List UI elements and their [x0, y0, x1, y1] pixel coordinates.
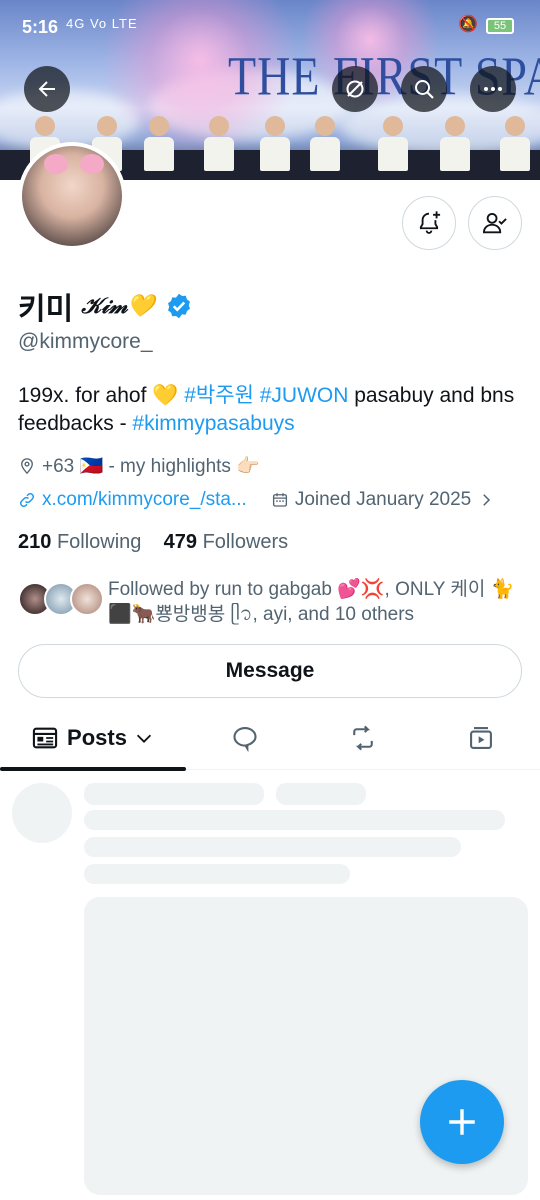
grok-button[interactable]	[332, 66, 378, 112]
skeleton-line	[84, 810, 505, 830]
skeleton-avatar	[12, 783, 72, 843]
avatar	[70, 582, 104, 616]
tab-posts-label: Posts	[67, 725, 127, 750]
following-count: 210	[18, 531, 52, 553]
hashtag-link[interactable]: #JUWON	[260, 384, 349, 407]
following-button[interactable]	[468, 196, 522, 250]
tab-posts[interactable]: Posts	[0, 706, 186, 771]
chevron-down-icon	[136, 734, 152, 743]
joined-date: Joined January 2025	[294, 489, 472, 510]
tab-media[interactable]	[422, 706, 540, 770]
repost-icon	[353, 725, 373, 751]
posts-icon	[32, 727, 58, 749]
avatar[interactable]	[18, 142, 126, 250]
hashtag-link[interactable]: #박주원	[184, 384, 254, 407]
search-button[interactable]	[401, 66, 447, 112]
profile-link-row: x.com/kimmycore_/sta... Joined January 2…	[18, 489, 501, 511]
tab-replies[interactable]	[186, 706, 304, 770]
message-button[interactable]: Message	[18, 644, 522, 698]
display-name-script: 𝒦𝒾𝓂💛	[81, 293, 155, 319]
grok-icon	[346, 80, 364, 98]
location-text: +63 🇵🇭 - my highlights 👉🏻	[42, 456, 260, 477]
followers-link[interactable]: 479 Followers	[164, 531, 289, 553]
followers-label: Followers	[202, 531, 289, 553]
battery-indicator: 55	[486, 18, 514, 34]
tab-reposts[interactable]	[304, 706, 422, 770]
profile-tabs: Posts	[0, 706, 540, 771]
profile-handle: @kimmycore_	[18, 330, 153, 353]
followed-by[interactable]: Followed by run to gabgab 💕💢, ONLY 케이 🐈⬛…	[18, 577, 528, 629]
skeleton-line	[84, 837, 461, 857]
user-check-icon	[482, 212, 507, 234]
skeleton-line	[84, 864, 350, 884]
link-icon	[19, 492, 35, 508]
mute-icon: 🔕	[458, 16, 478, 33]
plus-icon	[449, 1109, 475, 1135]
follow-counts: 210 Following 479 Followers	[18, 531, 288, 554]
more-icon	[484, 87, 502, 91]
hashtag-link[interactable]: #kimmypasabuys	[132, 412, 294, 435]
network-indicator: 4G Vo LTE	[66, 16, 138, 31]
chevron-right-icon[interactable]	[477, 491, 495, 509]
profile-name: 키미 𝒦𝒾𝓂💛	[18, 284, 193, 328]
verified-badge-icon[interactable]	[165, 292, 193, 320]
back-button[interactable]	[24, 66, 70, 112]
notifications-button[interactable]	[402, 196, 456, 250]
location-pin-icon	[21, 458, 33, 475]
skeleton-line	[84, 783, 264, 805]
active-tab-indicator	[0, 767, 186, 771]
status-time: 5:16	[22, 17, 59, 37]
arrow-left-icon	[38, 81, 55, 97]
compose-button[interactable]	[420, 1080, 504, 1164]
display-name: 키미	[18, 293, 74, 326]
followers-count: 479	[163, 531, 198, 553]
profile-location: +63 🇵🇭 - my highlights 👉🏻	[18, 454, 260, 478]
reply-icon	[233, 727, 257, 752]
more-button[interactable]	[470, 66, 516, 112]
profile-bio: 199x. for ahof 💛 #박주원 #JUWON pasabuy and…	[18, 382, 528, 438]
media-icon	[470, 727, 492, 749]
calendar-icon	[272, 493, 287, 507]
following-link[interactable]: 210 Following	[18, 531, 141, 553]
following-label: Following	[56, 531, 142, 553]
search-icon	[415, 80, 434, 99]
status-bar: 5:16 4G Vo LTE 🔕 55	[0, 0, 540, 54]
bell-plus-icon	[419, 211, 441, 234]
followed-by-text: Followed by run to gabgab 💕💢, ONLY 케이 🐈⬛…	[108, 579, 515, 625]
profile-website-link[interactable]: x.com/kimmycore_/sta...	[42, 489, 247, 511]
skeleton-line	[276, 783, 366, 805]
bio-text: 199x. for ahof 💛	[18, 384, 185, 407]
